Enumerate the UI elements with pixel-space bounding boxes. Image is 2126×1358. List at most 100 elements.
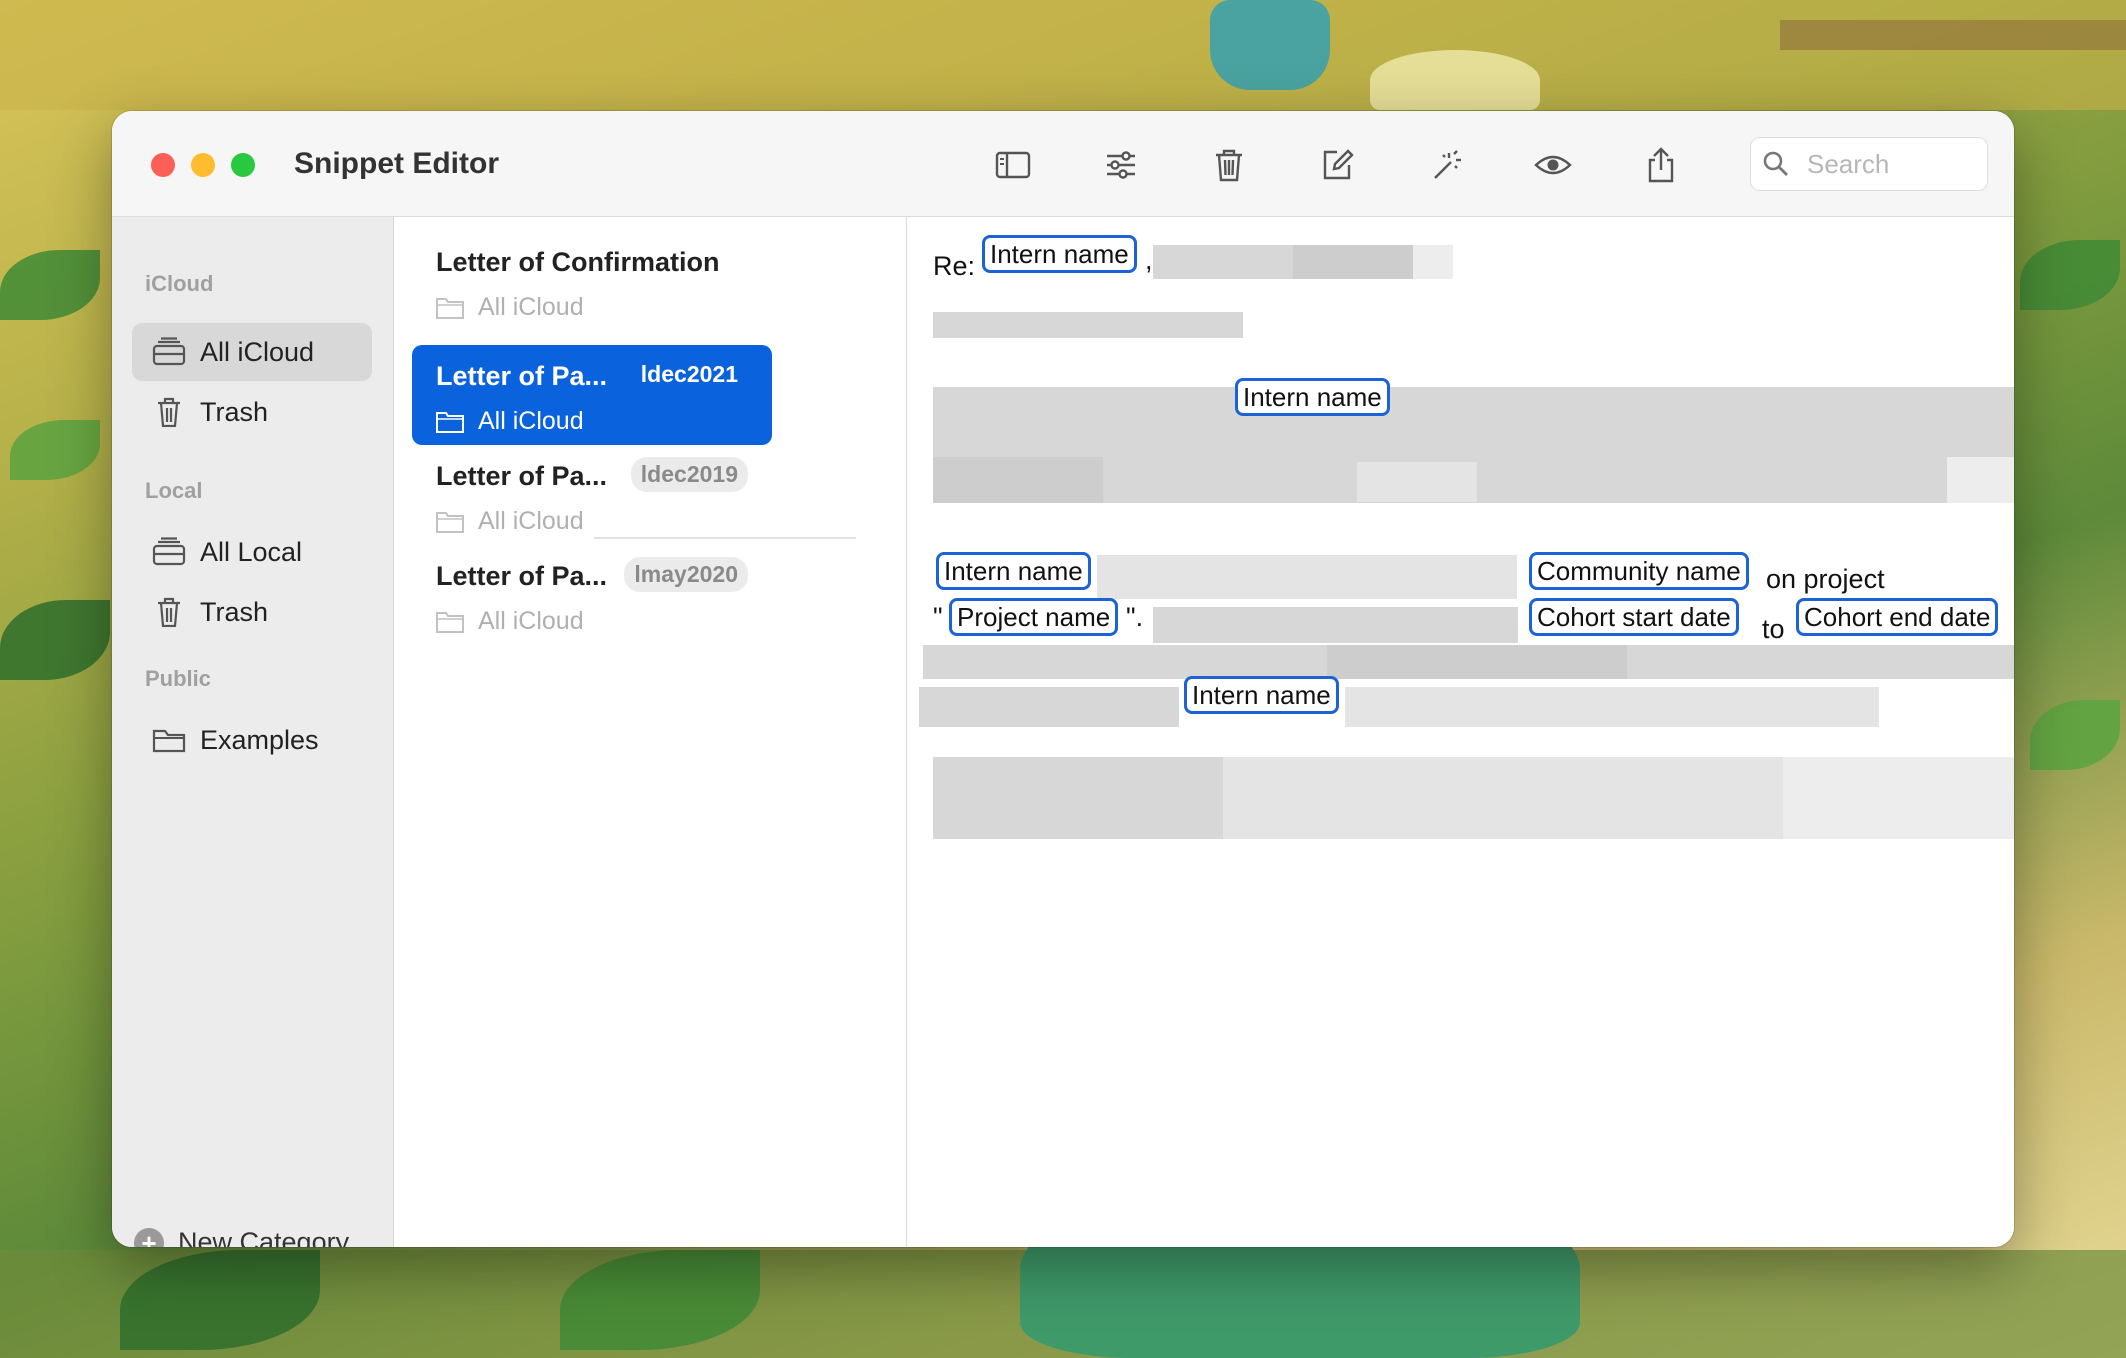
share-icon	[1648, 147, 1674, 183]
snippet-folder-label: All iCloud	[478, 607, 584, 635]
sidebar-item-all-local[interactable]: All Local	[132, 523, 372, 581]
re-label: Re:	[933, 251, 976, 281]
folder-icon	[152, 729, 186, 753]
placeholder-token-cohort-start-date[interactable]: Cohort start date	[1529, 598, 1739, 636]
trash-icon	[158, 597, 180, 627]
placeholder-token-intern-name[interactable]: Intern name	[936, 552, 1091, 590]
preview-button[interactable]	[1529, 141, 1577, 189]
comma-text: ,	[1145, 245, 1153, 275]
eye-icon	[1534, 155, 1572, 175]
placeholder-token-cohort-end-date[interactable]: Cohort end date	[1796, 598, 1999, 636]
quote-open-text: "	[933, 602, 943, 632]
redacted-text	[1947, 457, 2014, 503]
toggle-sidebar-button[interactable]	[989, 141, 1037, 189]
placeholder-token-intern-name[interactable]: Intern name	[982, 235, 1137, 273]
compose-icon	[1323, 149, 1354, 180]
snippet-abbreviation: ldec2021	[640, 361, 738, 387]
window-title: Snippet Editor	[294, 147, 499, 180]
toolbar: Snippet Editor	[112, 111, 2014, 217]
to-text: to	[1762, 614, 1785, 644]
redacted-text	[933, 312, 1243, 338]
redacted-text	[933, 457, 1103, 503]
sidebar-item-label: Examples	[200, 724, 319, 755]
snippet-item[interactable]: Letter of Pa... lmay2020 All iCloud	[412, 545, 772, 645]
snippet-abbreviation: ldec2019	[630, 457, 748, 492]
sidebar-item-examples[interactable]: Examples	[132, 711, 372, 769]
sidebar-item-all-icloud[interactable]: All iCloud	[132, 323, 372, 381]
section-label-icloud: iCloud	[145, 271, 214, 296]
magic-wand-button[interactable]	[1421, 141, 1469, 189]
redacted-paragraph	[1223, 757, 1783, 839]
sidebar-item-label: Trash	[200, 396, 269, 427]
snippet-folder: All iCloud	[436, 607, 584, 636]
share-button[interactable]	[1637, 141, 1685, 189]
list-divider	[594, 537, 856, 539]
snippet-folder: All iCloud	[436, 407, 584, 436]
plus-icon: +	[134, 1227, 164, 1247]
settings-sliders-button[interactable]	[1097, 141, 1145, 189]
close-window-button[interactable]	[151, 153, 175, 177]
folder-icon	[436, 511, 464, 533]
snippet-item-selected[interactable]: Letter of Pa... ldec2021 All iCloud	[412, 345, 772, 445]
section-label-public: Public	[145, 666, 212, 691]
tray-icon	[152, 337, 186, 366]
folder-icon	[436, 297, 464, 319]
redacted-text	[1345, 687, 1879, 727]
delete-button[interactable]	[1205, 141, 1253, 189]
redacted-text	[1357, 462, 1477, 502]
snippet-folder-label: All iCloud	[478, 507, 584, 535]
placeholder-token-intern-name[interactable]: Intern name	[1235, 378, 1390, 416]
snippet-abbreviation: lmay2020	[624, 557, 748, 592]
sidebar-item-local-trash[interactable]: Trash	[132, 583, 372, 641]
app-window: Snippet Editor iCloud	[112, 111, 2014, 1247]
new-category-button[interactable]: + New Category	[134, 1227, 349, 1247]
quote-close-text: ".	[1126, 602, 1144, 632]
redacted-paragraph	[933, 757, 1223, 839]
placeholder-token-community-name[interactable]: Community name	[1529, 552, 1749, 590]
search-icon	[1763, 151, 1788, 176]
sidebar-toggle-icon	[995, 151, 1031, 179]
minimize-window-button[interactable]	[191, 153, 215, 177]
snippet-item[interactable]: Letter of Confirmation All iCloud	[412, 231, 772, 331]
snippet-editor[interactable]: Re: Intern name , Intern name Intern nam…	[907, 217, 2014, 1247]
redacted-text	[1293, 245, 1413, 279]
folder-icon	[436, 611, 464, 633]
redacted-text	[919, 687, 1179, 727]
period-text: .	[2013, 609, 2014, 640]
sliders-icon	[1107, 151, 1135, 179]
snippet-name: Letter of Pa...	[436, 461, 608, 491]
trash-icon	[158, 397, 180, 427]
snippet-folder-label: All iCloud	[478, 407, 584, 435]
snippet-name: Letter of Pa...	[436, 361, 608, 391]
magic-wand-icon	[1434, 150, 1461, 179]
redacted-text	[1413, 245, 1453, 279]
new-snippet-button[interactable]	[1313, 141, 1361, 189]
search-input[interactable]	[1805, 147, 1979, 181]
sidebar-item-label: All iCloud	[200, 336, 315, 367]
new-category-label: New Category	[178, 1227, 350, 1247]
tray-icon	[152, 537, 186, 566]
folder-icon	[436, 411, 464, 433]
snippet-folder: All iCloud	[436, 293, 584, 322]
placeholder-token-intern-name[interactable]: Intern name	[1184, 676, 1339, 714]
snippet-name: Letter of Pa...	[436, 561, 608, 591]
redacted-text	[1097, 555, 1517, 599]
redacted-paragraph	[1783, 757, 2014, 839]
redacted-text	[1153, 245, 1293, 279]
snippet-folder: All iCloud	[436, 507, 584, 536]
trash-icon	[1216, 149, 1242, 182]
placeholder-token-project-name[interactable]: Project name	[949, 598, 1119, 636]
snippet-name: Letter of Confirmation	[436, 247, 720, 277]
search-field[interactable]	[1750, 137, 1988, 191]
sidebar-item-label: Trash	[200, 596, 269, 627]
section-label-local: Local	[145, 478, 203, 503]
sidebar-item-icloud-trash[interactable]: Trash	[132, 383, 372, 441]
on-project-text: on project	[1766, 564, 1885, 594]
sidebar: iCloud All iCloud Trash Local All Local …	[112, 217, 394, 1247]
snippet-item[interactable]: Letter of Pa... ldec2019 All iCloud	[412, 445, 772, 545]
snippet-folder-label: All iCloud	[478, 293, 584, 321]
sidebar-item-label: All Local	[200, 536, 303, 567]
zoom-window-button[interactable]	[231, 153, 255, 177]
redacted-text	[1153, 607, 1518, 643]
snippet-list: Letter of Confirmation All iCloud Letter…	[394, 217, 907, 1247]
